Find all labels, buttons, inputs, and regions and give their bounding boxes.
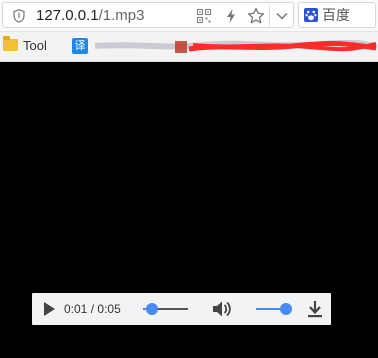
address-bar[interactable]: 127.0.0.1/1.mp3	[2, 2, 294, 28]
lightning-icon[interactable]	[223, 8, 239, 24]
search-input[interactable]: 百度	[298, 2, 376, 28]
redacted-bookmarks	[94, 40, 377, 53]
current-time: 0:01	[64, 302, 88, 316]
folder-icon[interactable]	[3, 36, 18, 51]
toolbar: 127.0.0.1/1.mp3 百度	[0, 0, 378, 32]
baidu-logo-icon	[304, 8, 318, 22]
bookmark-folder-tool[interactable]: Tool	[23, 38, 47, 54]
divider	[269, 6, 270, 26]
chevron-down-icon[interactable]	[274, 8, 290, 24]
download-icon[interactable]	[307, 300, 323, 318]
bookmarks-bar: Tool 译	[0, 32, 378, 62]
search-engine-label: 百度	[322, 7, 350, 23]
duration: 0:05	[97, 302, 121, 316]
volume-handle[interactable]	[280, 303, 292, 315]
qr-code-icon[interactable]	[196, 8, 212, 24]
time-display: 0:01 / 0:05	[64, 302, 121, 316]
volume-icon[interactable]	[212, 300, 232, 318]
play-icon[interactable]	[44, 302, 55, 316]
translate-icon[interactable]: 译	[72, 38, 88, 54]
shield-icon[interactable]	[13, 9, 25, 23]
audio-player: 0:01 / 0:05	[32, 293, 331, 325]
url-path: /1.mp3	[98, 7, 145, 24]
url-host: 127.0.0.1	[36, 7, 99, 24]
browser-chrome: 127.0.0.1/1.mp3 百度 Tool 译	[0, 0, 378, 62]
time-separator: /	[90, 302, 95, 316]
seek-handle[interactable]	[146, 303, 158, 315]
star-icon[interactable]	[247, 7, 265, 25]
url-text[interactable]: 127.0.0.1/1.mp3	[36, 7, 144, 25]
